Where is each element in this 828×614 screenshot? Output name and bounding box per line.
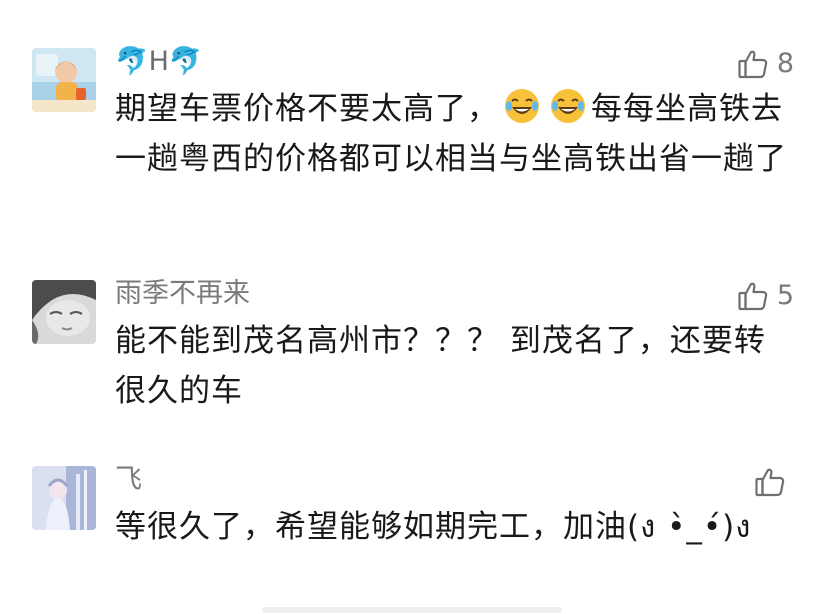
avatar[interactable] — [32, 280, 96, 344]
comment-text-part: 期望车票价格不要太高了， — [115, 91, 499, 127]
like-count: 8 — [776, 48, 794, 79]
like-count: 5 — [776, 280, 794, 311]
bottom-scroll-indicator — [262, 607, 562, 613]
avatar[interactable] — [32, 466, 96, 530]
like-button[interactable]: 8 — [737, 46, 794, 82]
thumbs-up-icon — [737, 48, 769, 80]
like-button[interactable] — [754, 466, 794, 498]
comment-nickname[interactable]: 飞 — [115, 462, 142, 498]
laughing-crying-face-icon — [503, 87, 541, 125]
comment-nickname[interactable]: 🐬H🐬 — [115, 44, 203, 80]
comment-text: 能不能到茂名高州市？？？ 到茂名了，还要转很久的车 — [115, 323, 766, 409]
thumbs-up-icon — [754, 466, 786, 498]
laughing-crying-face-icon — [549, 87, 587, 125]
like-button[interactable]: 5 — [737, 278, 794, 314]
comment-text: 期望车票价格不要太高了， 每每坐高铁去一趟粤西的价格都可以相当与坐高铁出省一趟了 — [115, 84, 795, 184]
comment-nickname[interactable]: 雨季不再来 — [115, 276, 250, 312]
comment-text: 等很久了，希望能够如期完工，加油(ง •̀_•́)ง — [115, 509, 752, 545]
avatar[interactable] — [32, 48, 96, 112]
thumbs-up-icon — [737, 280, 769, 312]
